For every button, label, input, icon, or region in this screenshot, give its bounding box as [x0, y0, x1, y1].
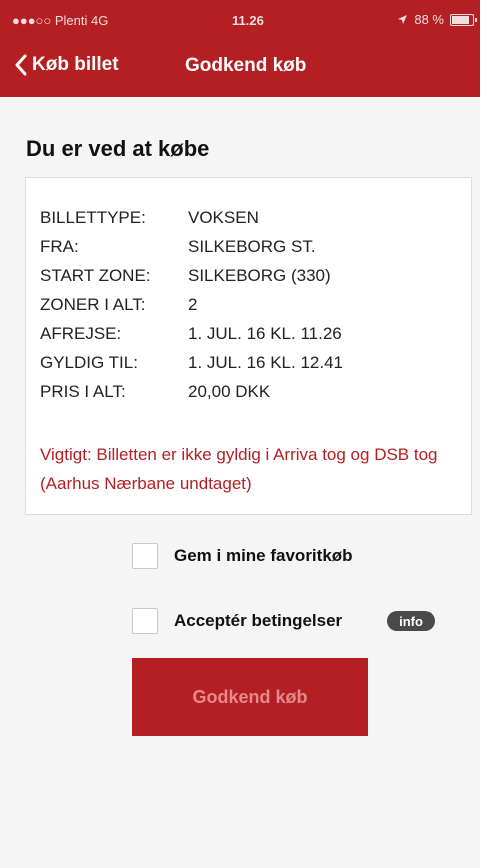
- back-button-label: Køb billet: [32, 54, 119, 75]
- accept-terms-label: Acceptér betingelser: [174, 611, 343, 630]
- detail-label: PRIS I ALT:: [40, 382, 126, 401]
- purchase-confirmation-screen: ●●●○○ Plenti 4G 11.26 88 % Køb billet Go…: [0, 0, 480, 868]
- navigation-bar: Køb billet Godkend køb: [0, 50, 480, 90]
- chevron-left-icon: [15, 54, 27, 76]
- status-time: 11.26: [232, 13, 264, 28]
- battery-percent: 88 %: [414, 12, 444, 27]
- favorite-checkbox[interactable]: [132, 543, 158, 569]
- favorite-label: Gem i mine favoritkøb: [174, 546, 353, 565]
- detail-value: SILKEBORG ST.: [188, 237, 316, 256]
- detail-value: 20,00 DKK: [188, 382, 271, 401]
- detail-label: FRA:: [40, 237, 79, 256]
- detail-value: 2: [188, 295, 198, 314]
- app-header: ●●●○○ Plenti 4G 11.26 88 % Køb billet Go…: [0, 0, 480, 97]
- confirm-purchase-button[interactable]: Godkend køb: [132, 658, 368, 736]
- detail-label: START ZONE:: [40, 266, 151, 285]
- detail-value: VOKSEN: [188, 208, 259, 227]
- terms-info-button[interactable]: info: [387, 611, 435, 631]
- detail-label: GYLDIG TIL:: [40, 353, 138, 372]
- favorite-option: Gem i mine favoritkøb: [132, 543, 353, 569]
- accept-terms-option: Acceptér betingelser: [132, 608, 342, 634]
- detail-value: 1. JUL. 16 KL. 12.41: [188, 353, 343, 372]
- carrier-signal: ●●●○○ Plenti 4G: [12, 13, 109, 28]
- ticket-details-card: BILLETTYPE: VOKSEN FRA: SILKEBORG ST. ST…: [25, 177, 472, 515]
- location-arrow-icon: [398, 15, 408, 24]
- back-button[interactable]: Køb billet: [14, 54, 119, 76]
- status-right: 88 %: [397, 12, 477, 27]
- detail-label: ZONER I ALT:: [40, 295, 146, 314]
- page-title: Godkend køb: [185, 55, 307, 76]
- battery-icon: [450, 13, 477, 26]
- status-bar: ●●●○○ Plenti 4G 11.26 88 %: [0, 0, 480, 36]
- validity-warning: Vigtigt: Billetten er ikke gyldig i Arri…: [40, 445, 438, 493]
- accept-terms-checkbox[interactable]: [132, 608, 158, 634]
- purchase-heading: Du er ved at købe: [26, 136, 210, 161]
- detail-value: SILKEBORG (330): [188, 266, 331, 285]
- detail-value: 1. JUL. 16 KL. 11.26: [188, 324, 342, 343]
- detail-label: AFREJSE:: [40, 324, 122, 343]
- detail-label: BILLETTYPE:: [40, 208, 146, 227]
